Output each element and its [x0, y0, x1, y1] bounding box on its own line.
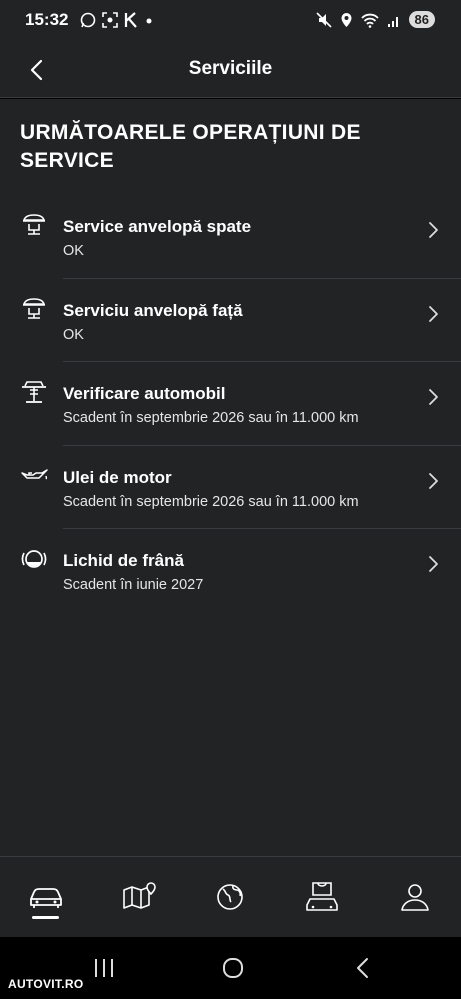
battery-level: 86	[408, 11, 435, 28]
nav-profile[interactable]	[393, 875, 437, 919]
nav-explore[interactable]	[208, 875, 252, 919]
service-item-rear-tire[interactable]: Service anvelopă spate OK	[0, 195, 461, 279]
active-tab-indicator	[32, 916, 59, 919]
chevron-right-icon	[429, 305, 438, 322]
service-item-vehicle-check[interactable]: Verificare automobil Scadent în septembr…	[0, 362, 461, 446]
chevron-right-icon	[429, 556, 438, 572]
car-lift-icon	[22, 381, 46, 403]
system-icons: 86	[315, 11, 435, 28]
chevron-right-icon	[429, 472, 438, 489]
brake-fluid-icon	[21, 550, 47, 568]
bottom-navigation	[0, 856, 461, 937]
system-navigation-bar: AUTOVIT.RO	[0, 937, 461, 999]
page-title: Serviciile	[188, 58, 273, 79]
k-app-icon	[124, 12, 137, 28]
app-bar: Serviciile	[0, 42, 461, 98]
status-time: 15:32	[25, 10, 69, 29]
service-name: Lichid de frână	[63, 551, 184, 570]
notification-icons	[80, 12, 154, 28]
dot-icon	[146, 18, 152, 24]
signal-icon	[387, 16, 398, 27]
location-icon	[341, 12, 352, 27]
nav-shop[interactable]	[300, 875, 344, 919]
chevron-right-icon	[429, 389, 438, 405]
tire-service-icon	[22, 214, 46, 235]
service-item-engine-oil[interactable]: Ulei de motor Scadent în septembrie 2026…	[0, 446, 461, 529]
service-name: Service anvelopă spate	[63, 217, 252, 236]
oil-can-icon	[21, 468, 48, 479]
service-status: OK	[63, 326, 84, 343]
service-status: OK	[63, 243, 84, 259]
tire-service-icon	[22, 297, 46, 319]
home-icon	[223, 958, 243, 978]
service-name: Serviciu anvelopă față	[63, 300, 243, 320]
service-name: Verificare automobil	[63, 384, 226, 403]
service-list: Service anvelopă spate OK Serviciu anvel…	[0, 195, 461, 613]
whatsapp-icon	[80, 12, 96, 28]
chevron-right-icon	[429, 222, 438, 238]
mute-icon	[315, 11, 332, 28]
screenshot-icon	[102, 12, 118, 28]
service-name: Ulei de motor	[63, 467, 172, 487]
recent-apps-icon	[95, 959, 113, 977]
map-pin-icon	[123, 882, 156, 909]
recent-apps-button[interactable]	[84, 953, 124, 983]
service-item-front-tire[interactable]: Serviciu anvelopă față OK	[0, 279, 461, 362]
service-status: Scadent în septembrie 2026 sau în 11.000…	[63, 493, 359, 510]
globe-icon	[217, 884, 243, 910]
section-title: URMĂTOARELE OPERAȚIUNI DE SERVICE	[20, 121, 361, 172]
service-status: Scadent în iunie 2027	[63, 577, 204, 593]
status-bar: 15:32 86	[0, 0, 461, 42]
nav-map[interactable]	[117, 875, 161, 919]
shop-car-icon	[306, 882, 338, 911]
service-content: URMĂTOARELE OPERAȚIUNI DE SERVICE Servic…	[0, 99, 461, 856]
back-arrow-icon	[357, 958, 368, 978]
nav-vehicle[interactable]	[24, 875, 68, 919]
car-icon	[30, 888, 62, 908]
home-button[interactable]	[213, 953, 253, 983]
watermark: AUTOVIT.RO	[8, 977, 84, 991]
service-item-brake-fluid[interactable]: Lichid de frână Scadent în iunie 2027	[0, 529, 461, 613]
service-status: Scadent în septembrie 2026 sau în 11.000…	[63, 410, 359, 426]
profile-icon	[401, 884, 429, 911]
wifi-icon	[360, 13, 379, 28]
system-back-button[interactable]	[342, 953, 382, 983]
